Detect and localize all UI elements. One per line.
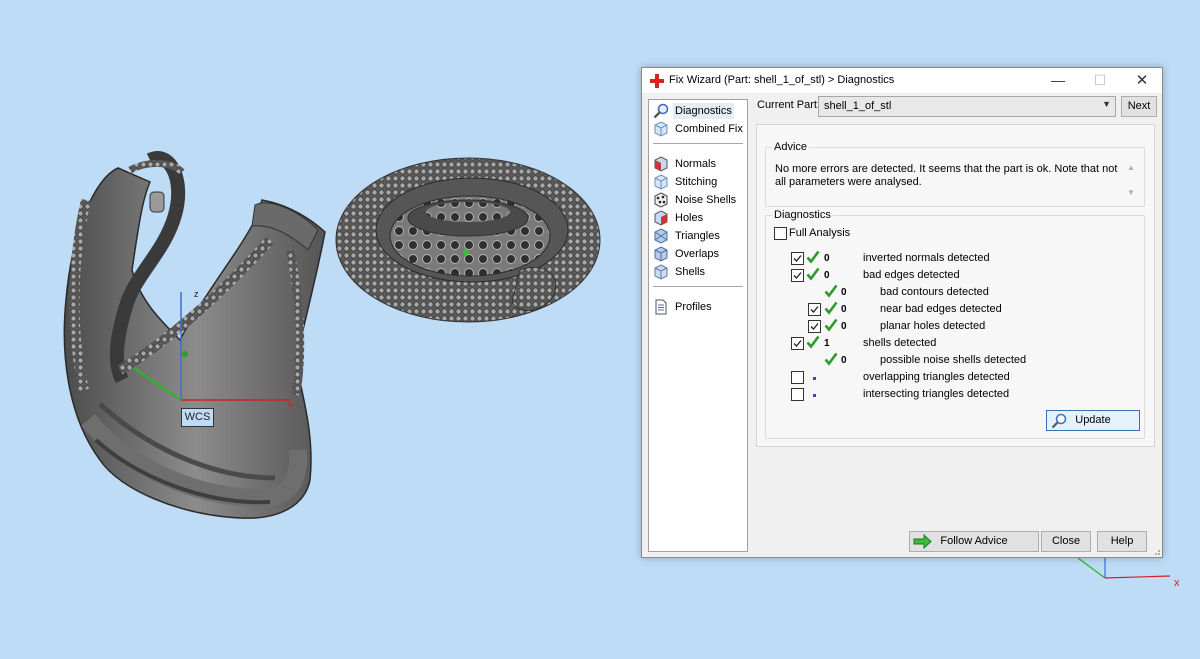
stitching-cube-icon <box>654 174 668 190</box>
maximize-button[interactable]: ☐ <box>1080 68 1120 93</box>
document-icon <box>655 299 667 315</box>
current-part-select[interactable]: shell_1_of_stl ▼ <box>818 96 1116 117</box>
update-button[interactable]: Update <box>1046 410 1140 431</box>
row-label: shells detected <box>863 337 937 349</box>
check-icon <box>824 301 838 315</box>
normals-cube-icon <box>654 156 668 172</box>
check-icon <box>806 267 820 281</box>
nav-item-label: Combined Fix <box>675 123 743 135</box>
row-checkbox[interactable] <box>791 269 804 282</box>
check-icon <box>824 352 838 366</box>
row-checkbox[interactable] <box>808 303 821 316</box>
row-label: overlapping triangles detected <box>863 371 1010 383</box>
diagnostics-group: Diagnostics Full Analysis 0 inverted nor… <box>765 209 1145 439</box>
window-title: Fix Wizard (Part: shell_1_of_stl) > Diag… <box>669 74 895 86</box>
follow-advice-button[interactable]: Follow Advice <box>909 531 1039 552</box>
pending-dot-icon <box>813 394 816 397</box>
axis-x-label: x <box>288 399 293 410</box>
minimize-button[interactable]: — <box>1038 68 1078 93</box>
wcs-label: WCS <box>181 408 214 427</box>
count-value: 0 <box>824 253 830 264</box>
fix-wizard-dialog: Fix Wizard (Part: shell_1_of_stl) > Diag… <box>641 67 1163 558</box>
close-button[interactable]: Close <box>1041 531 1091 552</box>
check-icon <box>806 335 820 349</box>
nav-separator <box>653 286 743 287</box>
count-value: 0 <box>841 287 847 298</box>
resize-grip-icon[interactable] <box>1152 547 1161 556</box>
count-value: 1 <box>824 338 830 349</box>
current-part-value: shell_1_of_stl <box>824 100 892 112</box>
nav-item-label: Stitching <box>675 176 718 188</box>
advice-text: No more errors are detected. It seems th… <box>775 163 1118 188</box>
nav-item-label: Noise Shells <box>675 194 737 206</box>
magnifier-icon <box>1051 413 1067 429</box>
row-label: intersecting triangles detected <box>863 388 1010 400</box>
nav-item-label: Overlaps <box>675 248 720 260</box>
row-label: possible noise shells detected <box>880 354 1027 366</box>
nav-separator <box>653 143 743 144</box>
row-label: near bad edges detected <box>880 303 1002 315</box>
wizard-nav: Diagnostics Combined Fix Normals Stitchi… <box>648 99 748 552</box>
row-checkbox[interactable] <box>791 337 804 350</box>
advice-title: Advice <box>772 141 810 153</box>
nav-item-label: Diagnostics <box>673 103 734 119</box>
pending-dot-icon <box>813 377 816 380</box>
nav-item-label: Triangles <box>675 230 720 242</box>
next-button[interactable]: Next <box>1121 96 1157 117</box>
count-value: 0 <box>841 355 847 366</box>
nav-item-label: Shells <box>675 266 705 278</box>
row-label: inverted normals detected <box>863 252 990 264</box>
close-window-button[interactable]: ✕ <box>1122 68 1162 93</box>
shells-cube-icon <box>654 264 668 280</box>
chevron-down-icon: ▼ <box>1102 99 1111 109</box>
row-checkbox[interactable] <box>791 371 804 384</box>
help-button[interactable]: Help <box>1097 531 1147 552</box>
triangles-cube-icon <box>654 228 668 244</box>
count-value: 0 <box>841 304 847 315</box>
ring-model[interactable] <box>63 151 326 519</box>
full-analysis-checkbox[interactable] <box>774 227 787 240</box>
nav-item-label: Holes <box>675 212 704 224</box>
arrow-right-icon <box>913 533 932 550</box>
svg-text:x: x <box>1174 577 1180 589</box>
follow-advice-label: Follow Advice <box>940 535 1008 547</box>
axis-z-label: z <box>194 289 199 299</box>
nav-item-label: Normals <box>675 158 716 170</box>
count-value: 0 <box>824 270 830 281</box>
red-cross-icon <box>650 74 664 88</box>
check-icon <box>824 284 838 298</box>
scroll-down-icon[interactable]: ▼ <box>1127 188 1135 197</box>
magnifier-icon <box>653 103 669 119</box>
row-label: bad edges detected <box>863 269 960 281</box>
row-label: planar holes detected <box>880 320 986 332</box>
diagnostics-panel: Advice No more errors are detected. It s… <box>756 124 1155 447</box>
current-part-label: Current Part: <box>757 99 820 111</box>
corner-axes-gizmo: x <box>1077 557 1180 589</box>
nav-item-label: Profiles <box>675 301 712 313</box>
check-icon <box>806 250 820 264</box>
holes-cube-icon <box>654 210 668 226</box>
advice-group: Advice No more errors are detected. It s… <box>765 141 1145 207</box>
row-checkbox[interactable] <box>791 388 804 401</box>
full-analysis-label: Full Analysis <box>789 227 851 239</box>
check-icon <box>824 318 838 332</box>
update-label: Update <box>1075 414 1111 426</box>
ring-head-model[interactable] <box>335 157 601 323</box>
row-checkbox[interactable] <box>791 252 804 265</box>
scroll-up-icon[interactable]: ▲ <box>1127 163 1135 172</box>
overlaps-cube-icon <box>654 246 668 262</box>
cube-icon <box>654 121 668 137</box>
count-value: 0 <box>841 321 847 332</box>
noise-shells-icon <box>654 192 668 208</box>
title-bar[interactable]: Fix Wizard (Part: shell_1_of_stl) > Diag… <box>642 68 1162 93</box>
row-label: bad contours detected <box>880 286 989 298</box>
diagnostics-title: Diagnostics <box>772 209 833 221</box>
row-checkbox[interactable] <box>808 320 821 333</box>
